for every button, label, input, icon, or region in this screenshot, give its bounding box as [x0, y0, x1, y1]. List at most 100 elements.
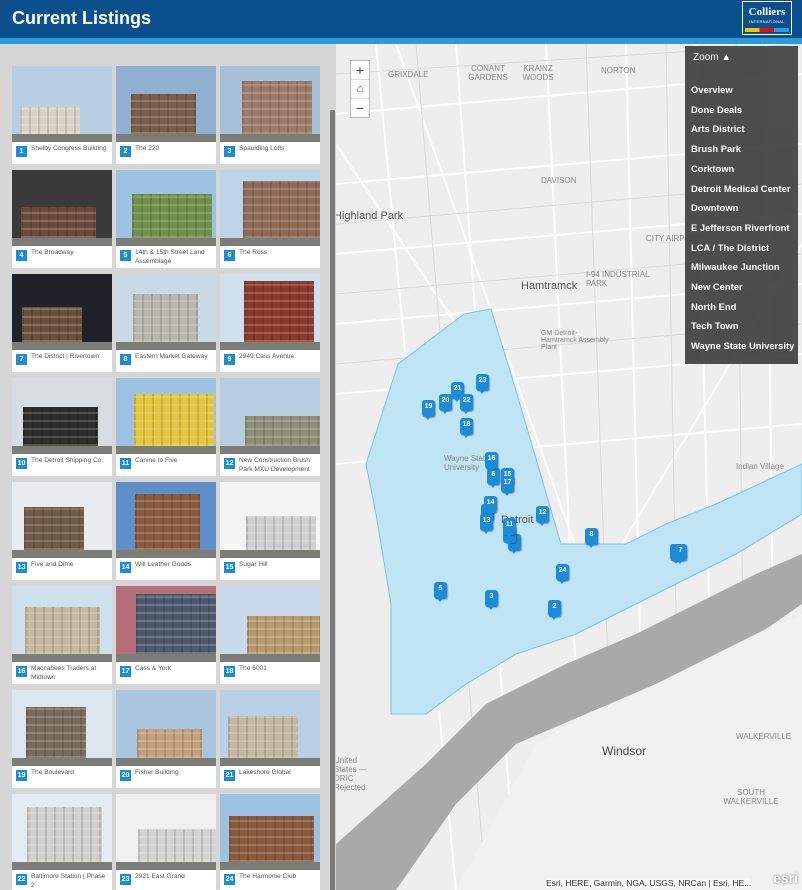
- listing-card[interactable]: 16 Maccabees Traders at Midtown: [12, 586, 112, 684]
- zoom-menu-item[interactable]: Wayne State University: [691, 340, 794, 351]
- map-marker[interactable]: 11: [503, 518, 516, 538]
- listing-thumbnail[interactable]: [116, 690, 216, 766]
- listing-card[interactable]: 11 Canine to Five: [116, 378, 216, 476]
- listing-thumbnail[interactable]: [220, 690, 320, 766]
- listing-card[interactable]: 14 Will Leather Goods: [116, 482, 216, 580]
- zoom-menu-item[interactable]: LCA / The District: [691, 242, 769, 253]
- listing-thumbnail[interactable]: [12, 690, 112, 766]
- map-marker[interactable]: 8: [585, 528, 598, 548]
- zoom-in-button[interactable]: +: [351, 61, 369, 80]
- listing-number-badge: 19: [16, 770, 27, 781]
- listing-thumbnail[interactable]: [12, 170, 112, 246]
- listing-thumbnail[interactable]: [12, 274, 112, 350]
- listing-title: The 220: [135, 145, 160, 152]
- map-marker[interactable]: 3: [485, 590, 498, 610]
- listing-thumbnail[interactable]: [116, 586, 216, 662]
- zoom-menu-item[interactable]: North End: [691, 301, 736, 312]
- listing-number-badge: 17: [120, 666, 131, 677]
- zoom-out-button[interactable]: −: [351, 99, 369, 118]
- map-view[interactable]: + ⌂ − Highland Park Hamtramck Windsor De…: [336, 44, 802, 890]
- listing-thumbnail[interactable]: [220, 794, 320, 870]
- zoom-menu-item[interactable]: Overview: [691, 84, 733, 95]
- home-icon[interactable]: ⌂: [351, 80, 369, 99]
- listing-card[interactable]: 24 The Harmonie Club: [220, 794, 320, 890]
- listing-thumbnail[interactable]: [220, 170, 320, 246]
- listing-card[interactable]: 18 The 6001: [220, 586, 320, 684]
- zoom-menu-item[interactable]: E Jefferson Riverfront: [691, 222, 789, 233]
- listing-card[interactable]: 23 2921 East Grand: [116, 794, 216, 890]
- listing-thumbnail[interactable]: [220, 378, 320, 454]
- map-marker[interactable]: 16: [485, 452, 498, 472]
- zoom-menu-item[interactable]: Downtown: [691, 202, 738, 213]
- listing-thumbnail[interactable]: [220, 482, 320, 558]
- label-davison: DAVISON: [541, 176, 577, 185]
- listing-thumbnail[interactable]: [12, 66, 112, 142]
- zoom-menu-toggle[interactable]: Zoom ▲: [693, 52, 731, 63]
- map-marker[interactable]: 17: [501, 476, 514, 496]
- listing-thumbnail[interactable]: [116, 274, 216, 350]
- listing-card[interactable]: 20 Fisher Building: [116, 690, 216, 788]
- label-krainz: KRAINZ WOODS: [522, 64, 554, 82]
- listing-card[interactable]: 5 14th & 15th Street Land Assemblage: [116, 170, 216, 268]
- sidebar-scrollbar[interactable]: [330, 110, 335, 890]
- zoom-menu-item[interactable]: New Center: [691, 281, 743, 292]
- zoom-menu-item[interactable]: Done Deals: [691, 104, 742, 115]
- map-marker[interactable]: 5: [434, 582, 447, 602]
- listing-thumbnail[interactable]: [12, 378, 112, 454]
- map-marker[interactable]: 18: [460, 418, 473, 438]
- colliers-logo[interactable]: Colliers INTERNATIONAL: [742, 1, 792, 35]
- listing-card[interactable]: 10 The Detroit Shipping Co.: [12, 378, 112, 476]
- listing-card[interactable]: 3 Spaulding Lofts: [220, 66, 320, 164]
- listing-title: The Broadway: [31, 249, 74, 256]
- listing-card[interactable]: 2 The 220: [116, 66, 216, 164]
- listing-thumbnail[interactable]: [116, 66, 216, 142]
- listing-card[interactable]: 19 The Boulevard: [12, 690, 112, 788]
- map-marker[interactable]: 24: [556, 564, 569, 584]
- map-marker[interactable]: 2: [548, 600, 561, 620]
- map-marker[interactable]: 20: [439, 394, 452, 414]
- listing-card[interactable]: 15 Sugar Hill: [220, 482, 320, 580]
- listing-thumbnail[interactable]: [12, 586, 112, 662]
- label-walkerville: WALKERVILLE: [736, 732, 792, 741]
- listing-thumbnail[interactable]: [220, 586, 320, 662]
- listing-card[interactable]: 6 The Ross: [220, 170, 320, 268]
- listing-thumbnail[interactable]: [116, 482, 216, 558]
- listing-card[interactable]: 4 The Broadway: [12, 170, 112, 268]
- label-highland-park: Highland Park: [336, 210, 404, 222]
- label-grixdale: GRIXDALE: [388, 70, 429, 79]
- map-marker[interactable]: 19: [422, 400, 435, 420]
- listing-thumbnail[interactable]: [116, 170, 216, 246]
- listing-thumbnail[interactable]: [116, 378, 216, 454]
- listing-thumbnail[interactable]: [12, 482, 112, 558]
- listing-card[interactable]: 1 Shelby Congress Building: [12, 66, 112, 164]
- map-marker[interactable]: 14: [484, 496, 497, 516]
- listing-title: The Boulevard: [31, 769, 74, 776]
- zoom-controls: + ⌂ −: [350, 60, 370, 118]
- zoom-menu-item[interactable]: Arts District: [691, 123, 745, 134]
- map-marker[interactable]: 22: [460, 394, 473, 414]
- map-marker[interactable]: 7: [674, 544, 687, 564]
- map-marker[interactable]: 12: [536, 506, 549, 526]
- listing-card[interactable]: 12 New Construction Brush Park MXU Develo…: [220, 378, 320, 476]
- listing-card[interactable]: 13 Five and Dime: [12, 482, 112, 580]
- zoom-menu-item[interactable]: Tech Town: [691, 320, 739, 331]
- listing-thumbnail[interactable]: [12, 794, 112, 870]
- ground-photo: [12, 654, 112, 662]
- zoom-menu-item[interactable]: Corktown: [691, 163, 734, 174]
- zoom-menu-item[interactable]: Brush Park: [691, 143, 741, 154]
- listing-card[interactable]: 8 Eastern Market Gateway: [116, 274, 216, 372]
- listing-card[interactable]: 21 Lakeshore Global: [220, 690, 320, 788]
- map-marker[interactable]: 13: [480, 514, 493, 534]
- listing-card[interactable]: 22 Baltimore Station | Phase 2: [12, 794, 112, 890]
- listing-thumbnail[interactable]: [116, 794, 216, 870]
- listing-title: Sugar Hill: [239, 561, 268, 568]
- listing-card[interactable]: 7 The District | Rivertown: [12, 274, 112, 372]
- map-marker[interactable]: 23: [476, 374, 489, 394]
- listing-card[interactable]: 17 Cass & York: [116, 586, 216, 684]
- listing-thumbnail[interactable]: [220, 274, 320, 350]
- ground-photo: [116, 238, 216, 246]
- listing-thumbnail[interactable]: [220, 66, 320, 142]
- zoom-menu-item[interactable]: Detroit Medical Center: [691, 183, 791, 194]
- listing-card[interactable]: 9 2949 Cass Avenue: [220, 274, 320, 372]
- zoom-menu-item[interactable]: Milwaukee Junction: [691, 261, 780, 272]
